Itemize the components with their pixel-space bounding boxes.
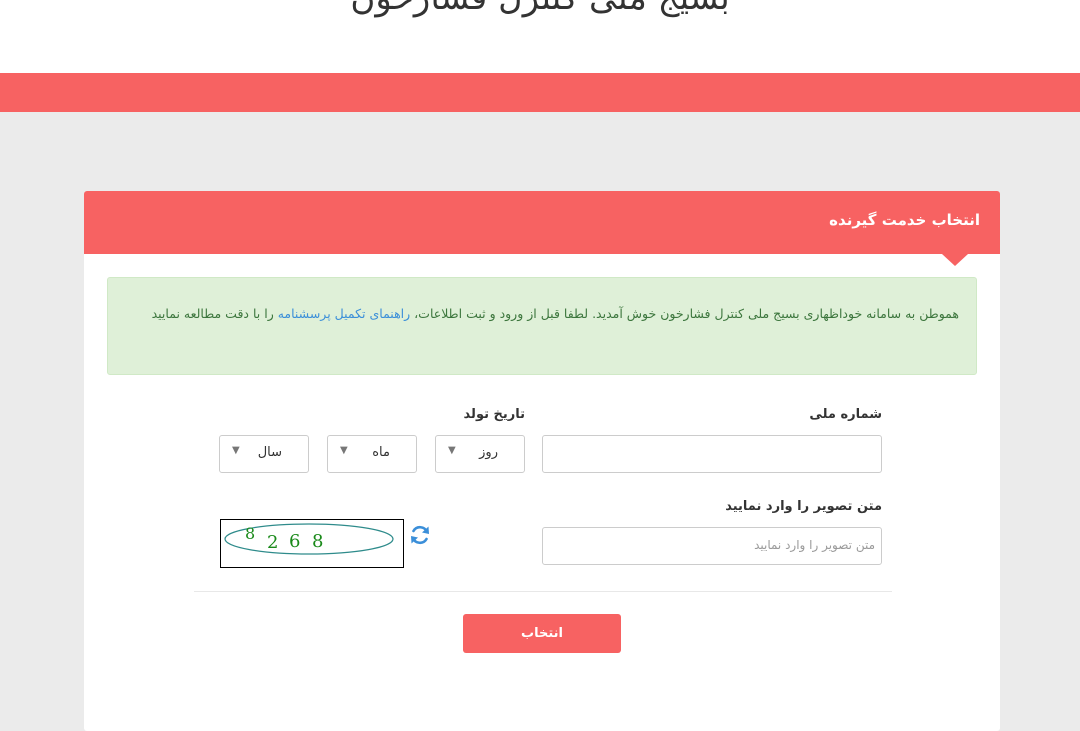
captcha-digit: 2 bbox=[267, 532, 278, 553]
captcha-image: 8 2 6 8 bbox=[220, 519, 404, 568]
caret-down-icon: ▼ bbox=[340, 445, 348, 456]
select-submit-button[interactable]: انتخاب bbox=[463, 614, 621, 653]
birth-day-value: روز bbox=[479, 445, 498, 460]
form-divider bbox=[194, 591, 892, 592]
alert-text-end: را با دقت مطالعه نمایید bbox=[151, 306, 278, 321]
refresh-captcha-button[interactable] bbox=[408, 523, 432, 547]
birth-month-select[interactable]: ماه ▼ bbox=[327, 435, 417, 473]
accent-bar bbox=[0, 73, 1080, 112]
caret-down-icon: ▼ bbox=[448, 445, 456, 456]
birth-date-label: تاریخ تولد bbox=[463, 407, 525, 422]
birth-month-value: ماه bbox=[372, 445, 390, 460]
welcome-alert: هموطن به سامانه خوداظهاری بسیج ملی کنترل… bbox=[107, 277, 977, 375]
card-header: انتخاب خدمت گیرنده bbox=[84, 191, 1000, 254]
national-id-input[interactable] bbox=[542, 435, 882, 473]
birth-day-select[interactable]: روز ▼ bbox=[435, 435, 525, 473]
site-title: بسیج ملی کنترل فشارخون bbox=[0, 0, 1080, 18]
captcha-input[interactable]: متن تصویر را وارد نمایید bbox=[542, 527, 882, 565]
site-header: بسیج ملی کنترل فشارخون bbox=[0, 0, 1080, 73]
captcha-digit: 6 bbox=[289, 531, 300, 552]
captcha-label: متن تصویر را وارد نمایید bbox=[725, 499, 882, 514]
alert-text-start: هموطن به سامانه خوداظهاری بسیج ملی کنترل… bbox=[410, 306, 959, 321]
questionnaire-guide-link[interactable]: راهنمای تکمیل پرسشنامه bbox=[278, 306, 410, 321]
national-id-label: شماره ملی bbox=[809, 407, 882, 422]
captcha-input-placeholder: متن تصویر را وارد نمایید bbox=[754, 538, 875, 552]
caret-down-icon: ▼ bbox=[232, 445, 240, 456]
captcha-digit: 8 bbox=[312, 531, 323, 552]
card-title: انتخاب خدمت گیرنده bbox=[829, 211, 980, 229]
card-header-arrow bbox=[942, 254, 968, 266]
refresh-icon bbox=[411, 525, 429, 545]
birth-year-value: سال bbox=[257, 445, 282, 460]
service-recipient-card: انتخاب خدمت گیرنده هموطن به سامانه خوداظ… bbox=[84, 191, 1000, 731]
captcha-graphic: 8 2 6 8 bbox=[224, 523, 394, 555]
birth-year-select[interactable]: سال ▼ bbox=[219, 435, 309, 473]
captcha-digit: 8 bbox=[245, 524, 255, 543]
